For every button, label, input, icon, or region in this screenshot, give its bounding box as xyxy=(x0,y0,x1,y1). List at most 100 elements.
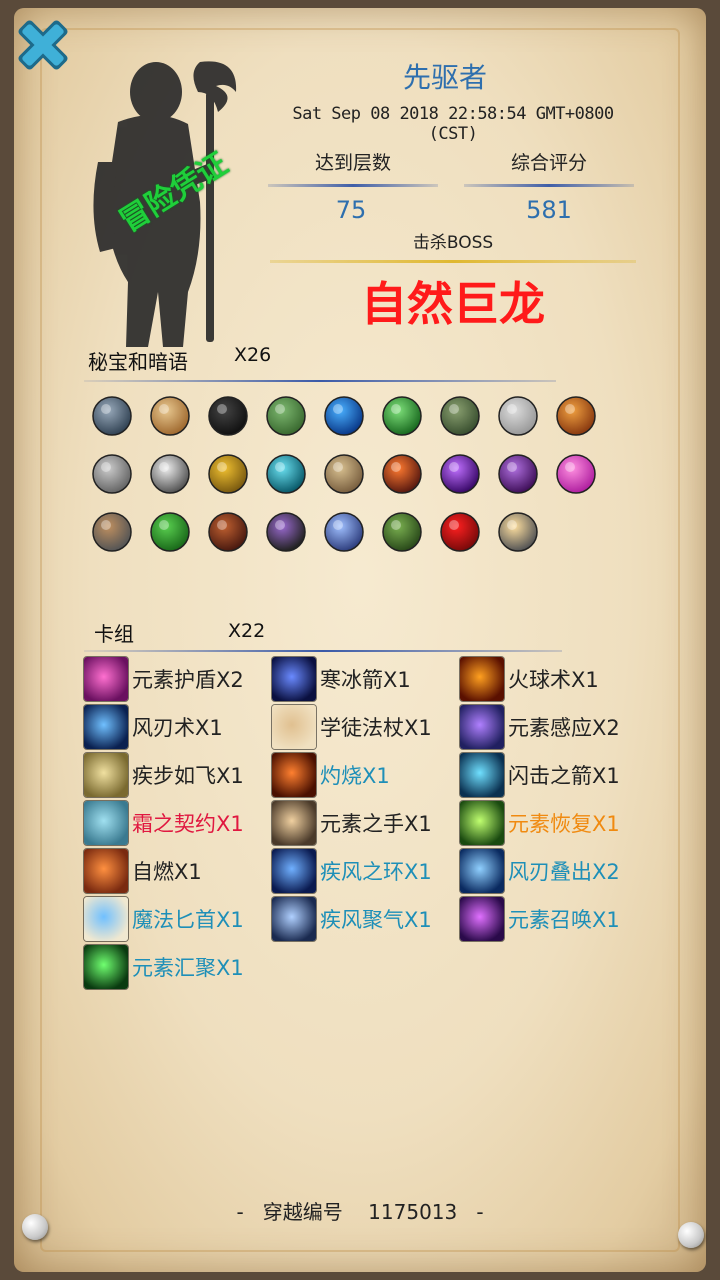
card-art-icon xyxy=(84,849,128,893)
card-art-icon xyxy=(460,657,504,701)
card-item[interactable]: 学徒法杖X1 xyxy=(272,704,432,750)
card-item[interactable]: 灼烧X1 xyxy=(272,752,390,798)
lantern-icon[interactable] xyxy=(494,508,542,556)
card-item[interactable]: 火球术X1 xyxy=(460,656,599,702)
card-label: 风刃术X1 xyxy=(132,716,223,740)
card-art-icon xyxy=(84,705,128,749)
scroll-icon[interactable] xyxy=(146,392,194,440)
card-art-icon xyxy=(460,801,504,845)
gift-box-icon[interactable] xyxy=(552,450,600,498)
card-item[interactable]: 风刃术X1 xyxy=(84,704,223,750)
card-item[interactable]: 霜之契约X1 xyxy=(84,800,244,846)
spellbook-icon[interactable] xyxy=(378,508,426,556)
footer-dash: - xyxy=(236,1200,244,1224)
card-item[interactable]: 元素恢复X1 xyxy=(460,800,620,846)
blue-rune-icon[interactable] xyxy=(320,392,368,440)
card-label: 疾风之环X1 xyxy=(320,860,432,884)
map-icon[interactable] xyxy=(262,392,310,440)
card-art-icon xyxy=(84,753,128,797)
fire-barrel-icon[interactable] xyxy=(552,392,600,440)
card-label: 元素护盾X2 xyxy=(132,668,244,692)
stat-label-floor: 达到层数 xyxy=(314,152,391,174)
card-item[interactable]: 元素之手X1 xyxy=(272,800,432,846)
vial-icon[interactable] xyxy=(494,392,542,440)
stat-label-score: 综合评分 xyxy=(510,152,587,174)
deck-divider xyxy=(84,650,562,652)
card-item[interactable]: 疾风聚气X1 xyxy=(272,896,432,942)
clover-icon[interactable] xyxy=(146,508,194,556)
amethyst-ring-icon[interactable] xyxy=(262,508,310,556)
card-item[interactable]: 魔法匕首X1 xyxy=(84,896,244,942)
card-label: 风刃叠出X2 xyxy=(508,860,620,884)
travel-id-number: 1175013 xyxy=(368,1200,458,1224)
stat-divider xyxy=(464,184,634,187)
pin-icon xyxy=(22,1214,48,1240)
flame-seed-icon[interactable] xyxy=(378,450,426,498)
card-art-icon xyxy=(272,753,316,797)
card-label: 灼烧X1 xyxy=(320,764,390,788)
card-art-icon xyxy=(272,705,316,749)
treasures-count: X26 xyxy=(234,344,272,366)
crystal-orb-icon[interactable] xyxy=(320,508,368,556)
card-label: 自燃X1 xyxy=(132,860,202,884)
card-label: 元素之手X1 xyxy=(320,812,432,836)
close-icon[interactable] xyxy=(12,14,74,76)
fire-pouch-icon[interactable] xyxy=(204,508,252,556)
card-item[interactable]: 元素护盾X2 xyxy=(84,656,244,702)
crescent-blade-icon[interactable] xyxy=(146,450,194,498)
card-label: 疾步如飞X1 xyxy=(132,764,244,788)
card-label: 魔法匕首X1 xyxy=(132,908,244,932)
stat-value-score: 581 xyxy=(526,196,572,224)
rose-icon[interactable] xyxy=(436,508,484,556)
armor-icon[interactable] xyxy=(88,392,136,440)
card-art-icon xyxy=(84,801,128,845)
card-label: 元素感应X2 xyxy=(508,716,620,740)
card-item[interactable]: 自燃X1 xyxy=(84,848,202,894)
turtle-shell-icon[interactable] xyxy=(436,392,484,440)
medal-icon[interactable] xyxy=(204,450,252,498)
card-item[interactable]: 风刃叠出X2 xyxy=(460,848,620,894)
card-label: 元素汇聚X1 xyxy=(132,956,244,980)
card-item[interactable]: 寒冰箭X1 xyxy=(272,656,411,702)
card-label: 学徒法杖X1 xyxy=(320,716,432,740)
travel-id-label: 穿越编号 xyxy=(262,1200,343,1224)
travel-id: - 穿越编号 1175013 - xyxy=(0,1196,720,1225)
hammer-icon[interactable] xyxy=(88,508,136,556)
card-art-icon xyxy=(84,897,128,941)
card-art-icon xyxy=(460,705,504,749)
card-art-icon xyxy=(460,753,504,797)
card-item[interactable]: 元素召唤X1 xyxy=(460,896,620,942)
card-label: 疾风聚气X1 xyxy=(320,908,432,932)
hero-name: 先驱者 xyxy=(402,61,487,94)
purple-rune-icon[interactable] xyxy=(436,450,484,498)
card-item[interactable]: 元素感应X2 xyxy=(460,704,620,750)
card-label: 闪击之箭X1 xyxy=(508,764,620,788)
card-label: 寒冰箭X1 xyxy=(320,668,411,692)
card-art-icon xyxy=(460,897,504,941)
card-item[interactable]: 疾风之环X1 xyxy=(272,848,432,894)
card-art-icon xyxy=(272,897,316,941)
card-item[interactable]: 闪击之箭X1 xyxy=(460,752,620,798)
boss-divider xyxy=(270,260,636,263)
ancient-scroll-icon[interactable] xyxy=(320,450,368,498)
footer-dash: - xyxy=(476,1200,484,1224)
deck-count: X22 xyxy=(228,620,266,642)
treasures-divider xyxy=(84,380,556,382)
card-label: 火球术X1 xyxy=(508,668,599,692)
deck-title: 卡组 xyxy=(94,622,134,646)
card-label: 霜之契约X1 xyxy=(132,812,244,836)
gauntlet-icon[interactable] xyxy=(88,450,136,498)
green-rune-icon[interactable] xyxy=(378,392,426,440)
magic-wand-icon[interactable] xyxy=(494,450,542,498)
stat-divider xyxy=(268,184,438,187)
triquetra-icon[interactable] xyxy=(204,392,252,440)
timestamp: Sat Sep 08 2018 22:58:54 GMT+0800 (CST) xyxy=(292,104,614,144)
card-art-icon xyxy=(84,945,128,989)
card-label: 元素恢复X1 xyxy=(508,812,620,836)
card-item[interactable]: 元素汇聚X1 xyxy=(84,944,244,990)
card-item[interactable]: 疾步如飞X1 xyxy=(84,752,244,798)
cyan-rune-icon[interactable] xyxy=(262,450,310,498)
pin-icon xyxy=(678,1222,704,1248)
card-art-icon xyxy=(272,657,316,701)
boss-label: 击杀BOSS xyxy=(412,233,494,253)
